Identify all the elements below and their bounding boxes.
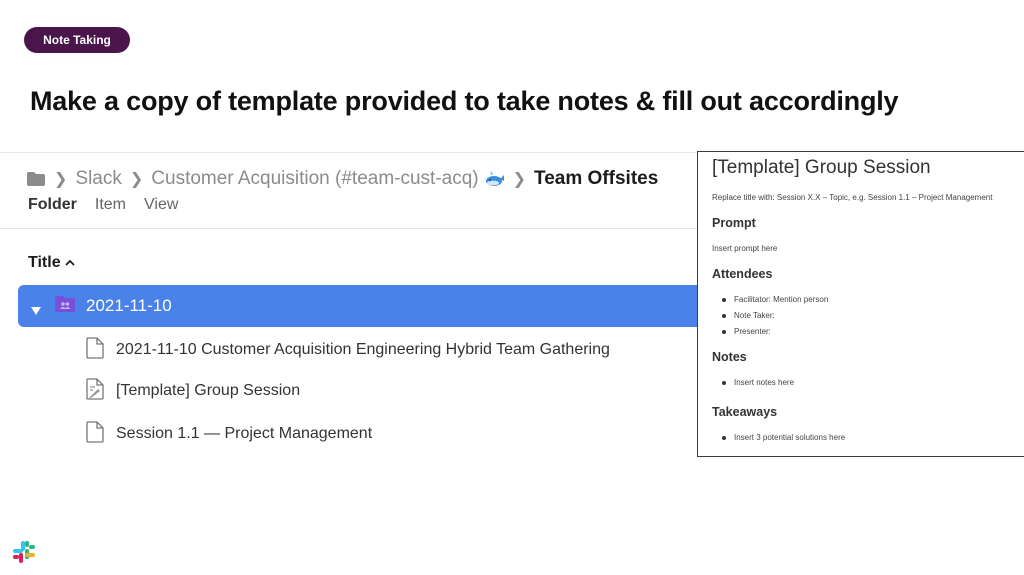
- notes-item: Insert notes here: [720, 375, 794, 391]
- document-title: Session 1.1 — Project Management: [116, 425, 373, 442]
- template-title: [Template] Group Session: [712, 157, 931, 178]
- template-document-preview: [Template] Group Session Replace title w…: [697, 151, 1024, 457]
- template-instruction: Replace title with: Session X.X – Topic,…: [712, 193, 993, 202]
- document-row[interactable]: Session 1.1 — Project Management: [86, 420, 373, 448]
- document-row[interactable]: [Template] Group Session: [86, 377, 301, 405]
- prompt-text: Insert prompt here: [712, 244, 778, 253]
- menu-item[interactable]: Item: [95, 196, 126, 214]
- disclosure-triangle-icon[interactable]: [30, 301, 42, 315]
- breadcrumb: ❯ Slack ❯ Customer Acquisition (#team-cu…: [26, 167, 658, 191]
- breadcrumb-item-customer-acquisition[interactable]: Customer Acquisition (#team-cust-acq): [151, 168, 478, 190]
- folder-row-selected[interactable]: 2021-11-10: [18, 285, 708, 327]
- sort-up-icon: [64, 254, 75, 272]
- document-row[interactable]: 2021-11-10 Customer Acquisition Engineer…: [86, 336, 610, 364]
- whale-emoji-icon: [485, 171, 505, 187]
- folder-icon[interactable]: [26, 171, 46, 187]
- column-title-label: Title: [28, 254, 61, 271]
- document-icon: [86, 336, 104, 364]
- chevron-right-icon: ❯: [512, 171, 527, 188]
- takeaways-list: Insert 3 potential solutions here: [720, 430, 845, 446]
- panel-top-border: [0, 152, 700, 153]
- breadcrumb-current: Team Offsites: [534, 168, 659, 189]
- attendee-item: Facilitator: Mention person: [720, 292, 828, 308]
- attendee-item: Note Taker:: [720, 308, 828, 324]
- takeaways-item: Insert 3 potential solutions here: [720, 430, 845, 446]
- menu-view[interactable]: View: [144, 196, 178, 214]
- attendee-item: Presenter:: [720, 324, 828, 340]
- shared-folder-icon: [54, 295, 76, 318]
- template-document-icon: [86, 377, 104, 405]
- takeaways-heading: Takeaways: [712, 405, 778, 419]
- slide-headline: Make a copy of template provided to take…: [30, 86, 899, 116]
- folder-row-label: 2021-11-10: [86, 296, 172, 315]
- notes-list: Insert notes here: [720, 375, 794, 391]
- prompt-heading: Prompt: [712, 216, 756, 230]
- chevron-right-icon: ❯: [129, 171, 144, 188]
- breadcrumb-item-slack[interactable]: Slack: [75, 168, 121, 190]
- menu-divider: [0, 228, 700, 229]
- attendees-heading: Attendees: [712, 267, 773, 281]
- chevron-right-icon: ❯: [54, 171, 68, 188]
- document-title: 2021-11-10 Customer Acquisition Engineer…: [116, 341, 610, 358]
- slack-logo-icon: [12, 540, 36, 564]
- document-title: [Template] Group Session: [116, 382, 301, 399]
- attendees-list: Facilitator: Mention person Note Taker: …: [720, 292, 828, 340]
- menu-bar: Folder Item View: [28, 196, 178, 214]
- menu-folder[interactable]: Folder: [28, 196, 77, 214]
- note-taking-badge: Note Taking: [24, 27, 130, 53]
- column-header-title[interactable]: Title: [28, 254, 75, 272]
- notes-heading: Notes: [712, 350, 747, 364]
- document-icon: [86, 420, 104, 448]
